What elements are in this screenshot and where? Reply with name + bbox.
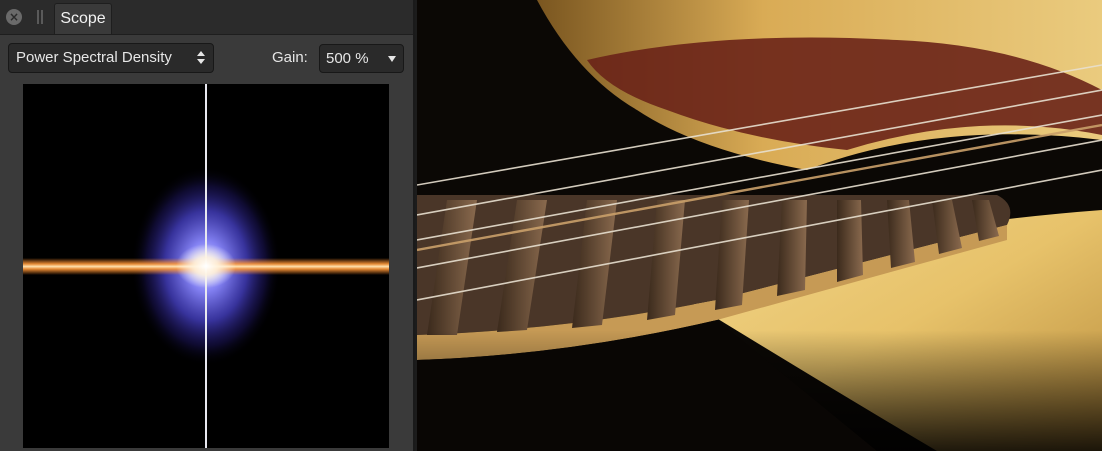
stepper-arrows-icon bbox=[197, 48, 205, 68]
close-icon[interactable]: × bbox=[6, 9, 22, 25]
scope-mode-select[interactable]: Power Spectral Density bbox=[8, 43, 214, 73]
scope-mode-value: Power Spectral Density bbox=[16, 49, 172, 66]
gain-select[interactable]: 500 % bbox=[319, 44, 404, 73]
tab-scope[interactable]: Scope bbox=[54, 3, 112, 34]
guitar-photo bbox=[417, 0, 1102, 451]
chevron-down-icon bbox=[388, 56, 396, 62]
drag-handle-icon[interactable] bbox=[37, 10, 43, 24]
power-spectral-density-view bbox=[23, 84, 389, 448]
gain-value: 500 % bbox=[326, 50, 369, 67]
scope-panel: × Scope Power Spectral Density Gain: 500… bbox=[0, 0, 415, 451]
panel-tab-bar: × Scope bbox=[0, 0, 413, 35]
gain-label: Gain: bbox=[272, 49, 308, 66]
spectrum-plot bbox=[23, 84, 389, 448]
acoustic-guitar-image bbox=[417, 0, 1102, 451]
app-window: × Scope Power Spectral Density Gain: 500… bbox=[0, 0, 1102, 451]
